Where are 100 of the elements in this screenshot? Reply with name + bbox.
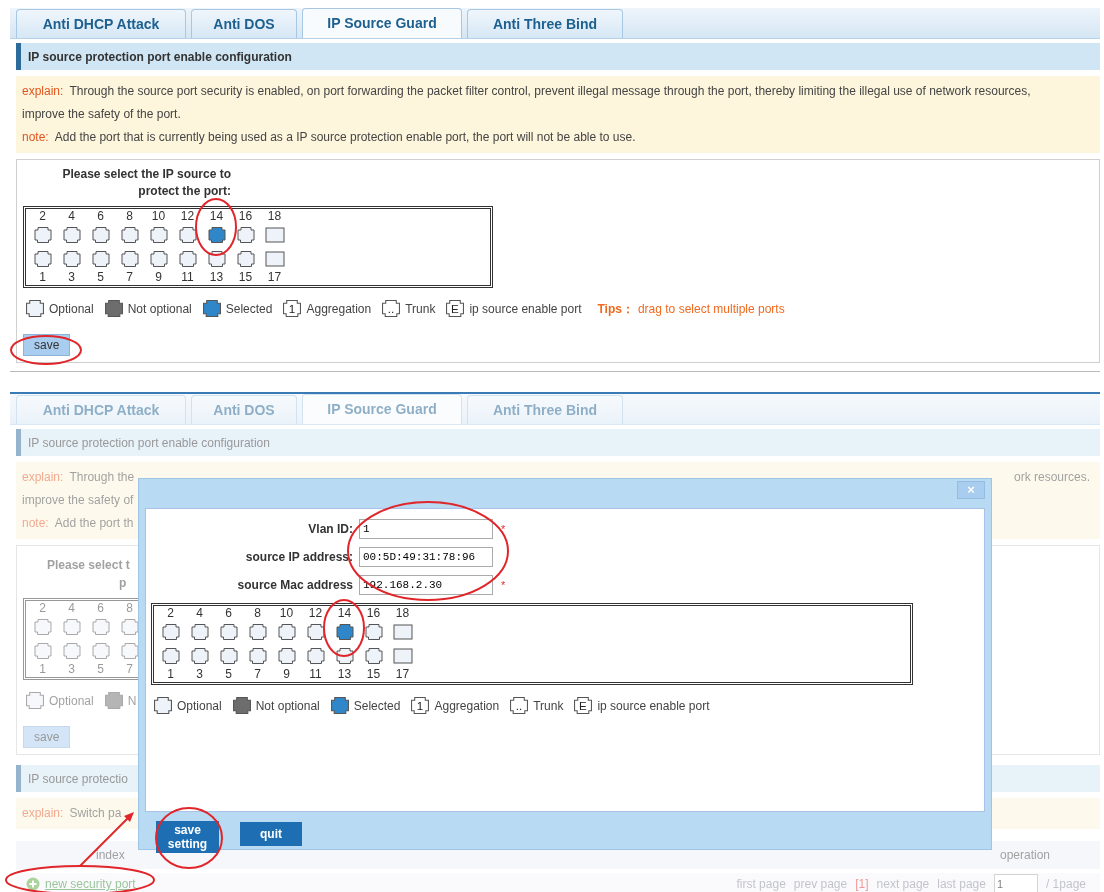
legend-label: ip source enable port bbox=[469, 300, 582, 318]
port-icon[interactable] bbox=[60, 226, 83, 244]
tab[interactable]: Anti DHCP Attack bbox=[16, 9, 186, 38]
optional-port-icon bbox=[23, 691, 47, 710]
port-icon[interactable] bbox=[217, 647, 240, 665]
section-header: IP source protection port enable configuration bbox=[16, 43, 1100, 70]
port-icon[interactable] bbox=[205, 226, 228, 244]
port-number: 16 bbox=[366, 607, 381, 620]
input-field[interactable]: 1 bbox=[359, 519, 493, 539]
port-icon[interactable] bbox=[234, 226, 257, 244]
legend-label: Trunk bbox=[405, 300, 436, 318]
port-icon[interactable] bbox=[188, 623, 211, 641]
port-icon[interactable] bbox=[159, 647, 182, 665]
port-number: 4 bbox=[196, 607, 203, 620]
port-number: 11 bbox=[309, 668, 322, 681]
port-icon[interactable] bbox=[188, 647, 211, 665]
port-number: 16 bbox=[238, 210, 253, 223]
page-input[interactable]: 1 bbox=[993, 874, 1038, 892]
tab[interactable]: Anti DHCP Attack bbox=[16, 395, 186, 424]
port-number: 5 bbox=[97, 663, 104, 676]
port-icon[interactable] bbox=[234, 250, 257, 268]
tab[interactable]: IP Source Guard bbox=[302, 8, 462, 38]
port-icon[interactable] bbox=[176, 250, 199, 268]
note-text: Add the port th bbox=[54, 516, 134, 530]
port-number: 12 bbox=[308, 607, 323, 620]
port-number: 2 bbox=[39, 602, 46, 615]
port-icon[interactable] bbox=[60, 250, 83, 268]
field-label: source Mac address bbox=[236, 577, 354, 594]
port-number: 9 bbox=[155, 271, 162, 284]
tab[interactable]: Anti Three Bind bbox=[467, 395, 623, 424]
legend-label: Trunk bbox=[533, 697, 564, 715]
save-setting-button[interactable]: save setting bbox=[156, 821, 219, 853]
tips-label: Tips： bbox=[597, 300, 634, 318]
port-icon[interactable] bbox=[304, 647, 327, 665]
port-number: 4 bbox=[68, 602, 75, 615]
port-number: 4 bbox=[68, 210, 75, 223]
tab[interactable]: Anti DOS bbox=[191, 395, 297, 424]
port-number: 2 bbox=[167, 607, 174, 620]
tab[interactable]: IP Source Guard bbox=[302, 394, 462, 424]
port-number: 17 bbox=[267, 271, 282, 284]
port-number: 1 bbox=[167, 668, 174, 681]
tab[interactable]: Anti Three Bind bbox=[467, 9, 623, 38]
port-number: 14 bbox=[337, 607, 352, 620]
port-icon[interactable] bbox=[275, 623, 298, 641]
port-selection-title: p bbox=[119, 575, 127, 592]
port-number: 15 bbox=[238, 271, 253, 284]
port-icon[interactable] bbox=[304, 623, 327, 641]
port-icon[interactable] bbox=[217, 623, 240, 641]
quit-button[interactable]: quit bbox=[240, 822, 302, 846]
explain-text: improve the safety of bbox=[22, 493, 134, 507]
legend-label: Optional bbox=[49, 300, 94, 318]
port-icon[interactable] bbox=[31, 250, 54, 268]
port-icon[interactable] bbox=[176, 226, 199, 244]
port-number: 8 bbox=[254, 607, 261, 620]
port-icon[interactable] bbox=[362, 647, 385, 665]
port-icon[interactable] bbox=[118, 226, 141, 244]
column-header: operation bbox=[999, 847, 1050, 864]
port-icon[interactable] bbox=[275, 647, 298, 665]
port-icon[interactable] bbox=[246, 623, 269, 641]
explain-text: Through the bbox=[69, 470, 135, 484]
port-icon[interactable] bbox=[362, 623, 385, 641]
add-icon bbox=[26, 877, 40, 891]
explain-text: explain: Through the source port security is enabled, on port forwarding the packet filter control, prevent illegal message through the port, thereby limiting the illegal use of network resources, improve the safety of the port. bbox=[22, 83, 1032, 123]
port-number: 3 bbox=[68, 271, 75, 284]
legend-label: N bbox=[127, 692, 137, 710]
port-number: 14 bbox=[209, 210, 224, 223]
port-icon[interactable] bbox=[147, 250, 170, 268]
field-label: Vlan ID: bbox=[307, 521, 354, 538]
port-icon[interactable] bbox=[246, 647, 269, 665]
port-number: 9 bbox=[283, 668, 290, 681]
port-icon[interactable] bbox=[31, 226, 54, 244]
port-number: 6 bbox=[97, 210, 104, 223]
port-number: 18 bbox=[267, 210, 282, 223]
port-selection-title: Please select the IP source to protect the port: bbox=[61, 166, 231, 200]
save-button[interactable]: save bbox=[23, 334, 71, 356]
tab[interactable]: Anti DOS bbox=[191, 9, 297, 38]
legend-label: Aggregation bbox=[434, 697, 500, 715]
port-icon[interactable] bbox=[333, 623, 356, 641]
optional-port-icon bbox=[23, 299, 47, 318]
port-number: 6 bbox=[97, 602, 104, 615]
port-icon[interactable] bbox=[159, 623, 182, 641]
port-icon[interactable] bbox=[89, 250, 112, 268]
port-number: 13 bbox=[337, 668, 352, 681]
port-number: 3 bbox=[68, 663, 75, 676]
required-mark: * bbox=[501, 577, 506, 593]
port-icon[interactable] bbox=[147, 226, 170, 244]
port-number: 12 bbox=[180, 210, 195, 223]
legend-label: Selected bbox=[353, 697, 401, 715]
port-icon[interactable] bbox=[89, 226, 112, 244]
port-number: 18 bbox=[395, 607, 410, 620]
save-button[interactable]: save bbox=[23, 726, 71, 748]
port-number: 17 bbox=[395, 668, 410, 681]
legend-label: Not optional bbox=[127, 300, 192, 318]
highlight-ellipse bbox=[195, 198, 237, 256]
port-selection-title: Please select t bbox=[47, 557, 130, 574]
port-icon[interactable] bbox=[118, 250, 141, 268]
legend-label: Not optional bbox=[255, 697, 320, 715]
column-header: index bbox=[96, 847, 125, 864]
input-field[interactable]: 00:5D:49:31:78:96 bbox=[359, 547, 493, 567]
legend-label: Optional bbox=[49, 692, 94, 710]
